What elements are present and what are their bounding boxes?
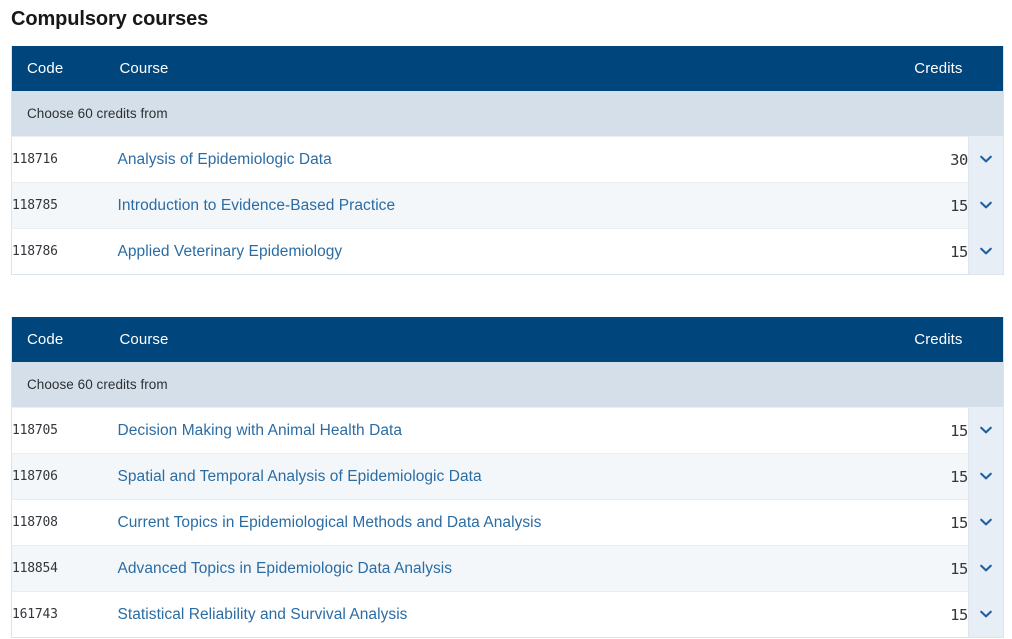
- course-code: 161743: [11, 591, 118, 638]
- chevron-down-icon: [978, 243, 994, 259]
- course-link[interactable]: Decision Making with Animal Health Data: [118, 422, 403, 439]
- chevron-down-icon: [978, 422, 994, 438]
- column-header-code: Code: [11, 46, 118, 91]
- course-link[interactable]: Spatial and Temporal Analysis of Epidemi…: [118, 468, 482, 485]
- course-code: 118786: [11, 228, 118, 275]
- table-row[interactable]: 118785 Introduction to Evidence-Based Pr…: [11, 182, 1004, 229]
- column-header-credits: Credits: [857, 46, 969, 91]
- course-credits: 15: [857, 499, 969, 546]
- course-credits: 15: [857, 591, 969, 638]
- table-header: Code Course Credits: [11, 317, 1004, 362]
- course-link[interactable]: Introduction to Evidence-Based Practice: [118, 197, 396, 214]
- table-header-row: Code Course Credits: [11, 317, 1004, 362]
- course-credits: 30: [857, 136, 969, 183]
- chevron-down-icon: [978, 560, 994, 576]
- compulsory-course-table-1: Code Course Credits Choose 60 credits fr…: [11, 46, 1004, 275]
- course-code: 118716: [11, 136, 118, 183]
- course-link[interactable]: Analysis of Epidemiologic Data: [118, 151, 332, 168]
- chevron-down-icon: [978, 468, 994, 484]
- row-expand-button[interactable]: [968, 591, 1004, 638]
- column-header-course: Course: [117, 317, 858, 362]
- row-expand-button[interactable]: [968, 453, 1004, 500]
- group-label-row: Choose 60 credits from: [11, 91, 1004, 137]
- table-row[interactable]: 118708 Current Topics in Epidemiological…: [11, 499, 1004, 546]
- course-link[interactable]: Applied Veterinary Epidemiology: [118, 243, 343, 260]
- chevron-down-icon: [978, 606, 994, 622]
- column-header-toggle: [968, 46, 1004, 91]
- course-name-cell: Spatial and Temporal Analysis of Epidemi…: [117, 453, 858, 500]
- row-expand-button[interactable]: [968, 228, 1004, 275]
- course-credits: 15: [857, 182, 969, 229]
- table-row[interactable]: 118716 Analysis of Epidemiologic Data 30: [11, 136, 1004, 183]
- table-body: Choose 60 credits from 118716 Analysis o…: [11, 91, 1004, 275]
- row-expand-button[interactable]: [968, 182, 1004, 229]
- chevron-down-icon: [978, 197, 994, 213]
- course-name-cell: Analysis of Epidemiologic Data: [117, 136, 858, 183]
- table-row[interactable]: 161743 Statistical Reliability and Survi…: [11, 591, 1004, 638]
- table-header-row: Code Course Credits: [11, 46, 1004, 91]
- course-link[interactable]: Advanced Topics in Epidemiologic Data An…: [118, 560, 453, 577]
- group-label: Choose 60 credits from: [11, 91, 1004, 137]
- table-row[interactable]: 118854 Advanced Topics in Epidemiologic …: [11, 545, 1004, 592]
- compulsory-course-table-2: Code Course Credits Choose 60 credits fr…: [11, 317, 1004, 638]
- group-label-row: Choose 60 credits from: [11, 362, 1004, 408]
- course-credits: 15: [857, 407, 969, 454]
- course-listing-page: Compulsory courses Code Course Credits C…: [0, 0, 1012, 639]
- chevron-down-icon: [978, 514, 994, 530]
- chevron-down-icon: [978, 151, 994, 167]
- group-label: Choose 60 credits from: [11, 362, 1004, 408]
- row-expand-button[interactable]: [968, 499, 1004, 546]
- table-header: Code Course Credits: [11, 46, 1004, 91]
- course-code: 118854: [11, 545, 118, 592]
- column-header-credits: Credits: [857, 317, 969, 362]
- column-header-toggle: [968, 317, 1004, 362]
- course-name-cell: Decision Making with Animal Health Data: [117, 407, 858, 454]
- course-name-cell: Advanced Topics in Epidemiologic Data An…: [117, 545, 858, 592]
- table-row[interactable]: 118706 Spatial and Temporal Analysis of …: [11, 453, 1004, 500]
- course-credits: 15: [857, 545, 969, 592]
- course-name-cell: Current Topics in Epidemiological Method…: [117, 499, 858, 546]
- table-row[interactable]: 118705 Decision Making with Animal Healt…: [11, 407, 1004, 454]
- row-expand-button[interactable]: [968, 407, 1004, 454]
- course-link[interactable]: Statistical Reliability and Survival Ana…: [118, 606, 408, 623]
- course-code: 118705: [11, 407, 118, 454]
- course-credits: 15: [857, 228, 969, 275]
- course-code: 118785: [11, 182, 118, 229]
- course-name-cell: Statistical Reliability and Survival Ana…: [117, 591, 858, 638]
- course-name-cell: Introduction to Evidence-Based Practice: [117, 182, 858, 229]
- course-name-cell: Applied Veterinary Epidemiology: [117, 228, 858, 275]
- column-header-course: Course: [117, 46, 858, 91]
- column-header-code: Code: [11, 317, 118, 362]
- row-expand-button[interactable]: [968, 545, 1004, 592]
- table-body: Choose 60 credits from 118705 Decision M…: [11, 362, 1004, 638]
- course-credits: 15: [857, 453, 969, 500]
- course-code: 118706: [11, 453, 118, 500]
- table-row[interactable]: 118786 Applied Veterinary Epidemiology 1…: [11, 228, 1004, 275]
- row-expand-button[interactable]: [968, 136, 1004, 183]
- course-code: 118708: [11, 499, 118, 546]
- course-link[interactable]: Current Topics in Epidemiological Method…: [118, 514, 542, 531]
- page-title: Compulsory courses: [11, 8, 209, 30]
